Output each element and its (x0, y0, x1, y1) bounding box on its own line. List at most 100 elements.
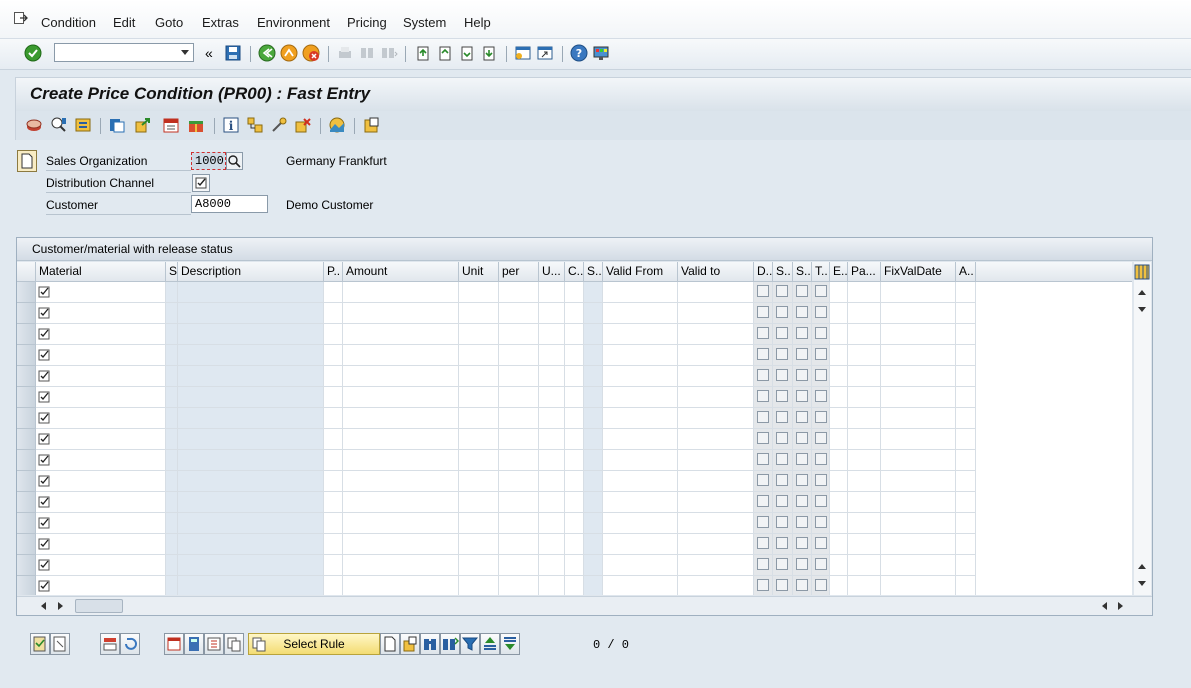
help-icon[interactable]: ? (570, 44, 588, 62)
table-cell[interactable] (812, 282, 830, 303)
row-checkbox[interactable] (815, 579, 827, 591)
table-cell[interactable] (812, 366, 830, 387)
table-cell[interactable] (603, 282, 678, 303)
table-cell[interactable] (539, 471, 565, 492)
menu-system[interactable]: System (403, 15, 446, 30)
table-cell[interactable] (459, 408, 499, 429)
table-cell[interactable] (773, 387, 793, 408)
row-selector[interactable] (17, 492, 36, 513)
deselect-all-button[interactable] (50, 633, 70, 655)
table-cell[interactable] (36, 450, 166, 471)
table-cell[interactable] (830, 492, 848, 513)
table-cell[interactable] (36, 555, 166, 576)
row-checkbox[interactable] (757, 558, 769, 570)
first-page-icon[interactable] (414, 44, 432, 62)
column-header[interactable]: E.. (830, 262, 848, 282)
table-cell[interactable] (812, 303, 830, 324)
scales-icon[interactable] (246, 116, 264, 134)
table-cell[interactable] (459, 324, 499, 345)
row-checkbox[interactable] (815, 327, 827, 339)
copy-icon[interactable] (108, 116, 126, 134)
row-selector[interactable] (17, 534, 36, 555)
table-cell[interactable] (830, 534, 848, 555)
other-condition-icon[interactable] (74, 116, 92, 134)
row-checkbox[interactable] (776, 327, 788, 339)
row-checkbox[interactable] (796, 432, 808, 444)
table-cell[interactable] (539, 534, 565, 555)
menu-help[interactable]: Help (464, 15, 491, 30)
table-cell[interactable] (459, 513, 499, 534)
table-cell[interactable] (848, 282, 881, 303)
row-checkbox[interactable] (796, 390, 808, 402)
table-cell[interactable] (793, 366, 812, 387)
table-cell[interactable] (773, 534, 793, 555)
table-cell[interactable] (793, 471, 812, 492)
scroll-left-icon[interactable] (39, 601, 47, 611)
table-cell[interactable] (812, 429, 830, 450)
table-cell[interactable] (343, 408, 459, 429)
table-cell[interactable] (678, 366, 754, 387)
horizontal-scrollbar[interactable] (17, 596, 1152, 615)
table-cell[interactable] (793, 408, 812, 429)
table-cell[interactable] (678, 513, 754, 534)
table-cell[interactable] (754, 345, 773, 366)
table-cell[interactable] (848, 492, 881, 513)
table-cell[interactable] (848, 324, 881, 345)
row-selector[interactable] (17, 513, 36, 534)
table-cell[interactable] (881, 576, 956, 595)
table-cell[interactable] (499, 555, 539, 576)
table-cell[interactable] (603, 345, 678, 366)
table-cell[interactable] (603, 576, 678, 595)
table-cell[interactable] (881, 282, 956, 303)
table-cell[interactable] (812, 576, 830, 595)
enter-icon[interactable] (24, 44, 42, 62)
find-next-button[interactable] (440, 633, 460, 655)
table-cell[interactable] (881, 324, 956, 345)
table-cell[interactable] (324, 450, 343, 471)
table-cell[interactable] (603, 387, 678, 408)
table-cell[interactable] (539, 429, 565, 450)
table-cell[interactable] (773, 282, 793, 303)
table-cell[interactable] (754, 555, 773, 576)
table-cell[interactable] (539, 366, 565, 387)
table-cell[interactable] (956, 555, 976, 576)
table-cell[interactable] (848, 366, 881, 387)
table-cell[interactable] (603, 450, 678, 471)
calendar-button[interactable] (164, 633, 184, 655)
table-cell[interactable] (848, 513, 881, 534)
row-checkbox[interactable] (757, 474, 769, 486)
row-checkbox[interactable] (776, 348, 788, 360)
table-cell[interactable] (343, 555, 459, 576)
row-selector[interactable] (17, 450, 36, 471)
table-cell[interactable] (773, 324, 793, 345)
find-button[interactable] (420, 633, 440, 655)
menu-extras[interactable]: Extras (202, 15, 239, 30)
table-cell[interactable] (499, 450, 539, 471)
row-checkbox[interactable] (815, 369, 827, 381)
scenery-icon[interactable] (328, 116, 346, 134)
table-cell[interactable] (324, 366, 343, 387)
row-checkbox[interactable] (815, 390, 827, 402)
table-cell[interactable] (36, 429, 166, 450)
table-cell[interactable] (603, 534, 678, 555)
table-cell[interactable] (848, 387, 881, 408)
table-cell[interactable] (343, 576, 459, 595)
row-checkbox[interactable] (796, 537, 808, 549)
sort-descending-button[interactable] (500, 633, 520, 655)
table-cell[interactable] (459, 534, 499, 555)
table-cell[interactable] (773, 345, 793, 366)
delete-line-button[interactable] (100, 633, 120, 655)
new-entry-button[interactable] (380, 633, 400, 655)
table-cell[interactable] (956, 408, 976, 429)
cancel-icon[interactable] (302, 44, 320, 62)
column-header[interactable]: S.. (773, 262, 793, 282)
row-checkbox[interactable] (815, 285, 827, 297)
back-icon[interactable] (258, 44, 276, 62)
row-selector[interactable] (17, 429, 36, 450)
condition-info-icon[interactable] (25, 116, 43, 134)
table-cell[interactable] (848, 450, 881, 471)
table-cell[interactable] (565, 366, 584, 387)
table-cell[interactable] (499, 366, 539, 387)
table-cell[interactable] (830, 450, 848, 471)
table-cell[interactable] (459, 555, 499, 576)
